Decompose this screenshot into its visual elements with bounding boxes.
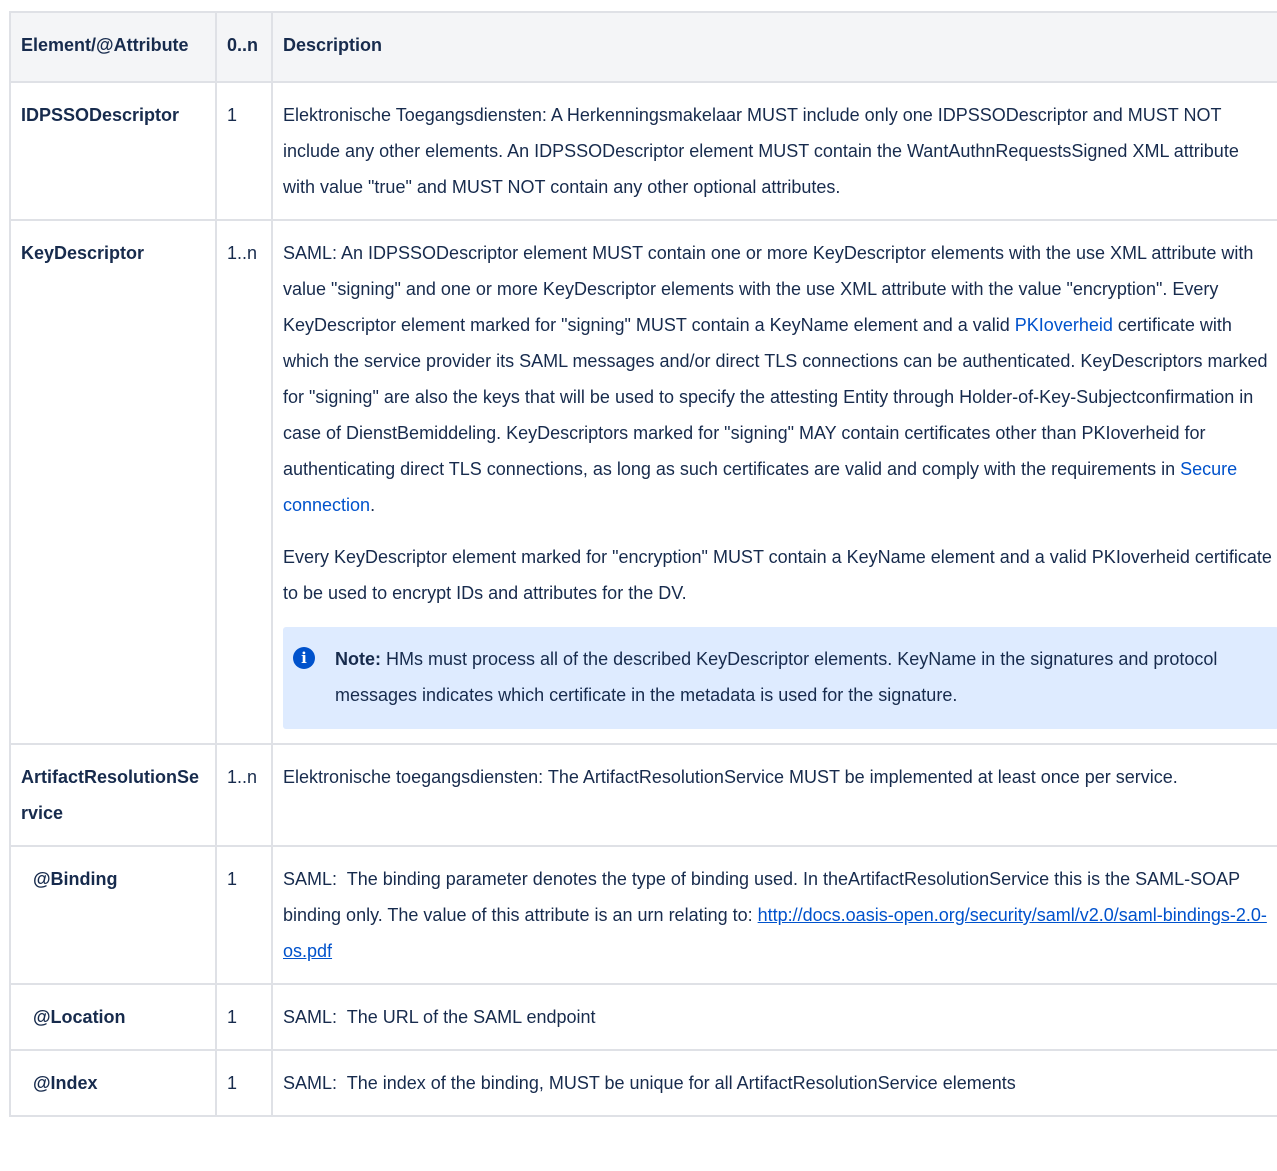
attribute-name: @Binding [9,845,217,985]
element-name: ArtifactResolutionService [9,743,217,847]
table-row: @Binding 1 SAML: The binding parameter d… [9,845,1277,985]
attribute-name: @Index [9,1049,217,1117]
description-text: . [370,495,376,515]
note-text: HMs must process all of the described Ke… [335,649,1218,705]
note-panel: i Note: HMs must process all of the desc… [283,627,1277,729]
element-name: KeyDescriptor [9,219,217,745]
description-text: certificate with which the service provi… [283,315,1268,479]
description-paragraph: Every KeyDescriptor element marked for "… [283,547,1272,603]
header-cardinality: 0..n [215,11,273,83]
header-element: Element/@Attribute [9,11,217,83]
description: SAML: An IDPSSODescriptor element MUST c… [271,219,1277,745]
table-row: KeyDescriptor 1..n SAML: An IDPSSODescri… [9,219,1277,745]
cardinality: 1..n [215,743,273,847]
table-row: IDPSSODescriptor 1 Elektronische Toegang… [9,81,1277,221]
cardinality: 1 [215,1049,273,1117]
cardinality: 1 [215,983,273,1051]
pkioverheid-link[interactable]: PKIoverheid [1015,315,1113,335]
description: Elektronische Toegangsdiensten: A Herken… [271,81,1277,221]
element-name: IDPSSODescriptor [9,81,217,221]
header-description: Description [271,11,1277,83]
note-label: Note: [335,649,381,669]
cardinality: 1 [215,81,273,221]
description: SAML: The URL of the SAML endpoint [271,983,1277,1051]
metadata-elements-table-container: Element/@Attribute 0..n Description IDPS… [9,11,1277,1117]
table-row: ArtifactResolutionService 1..n Elektroni… [9,743,1277,847]
description: Elektronische toegangsdiensten: The Arti… [271,743,1277,847]
cardinality: 1 [215,845,273,985]
table-header-row: Element/@Attribute 0..n Description [9,11,1277,83]
description: SAML: The binding parameter denotes the … [271,845,1277,985]
description: SAML: The index of the binding, MUST be … [271,1049,1277,1117]
table-row: @Index 1 SAML: The index of the binding,… [9,1049,1277,1117]
info-icon: i [293,647,315,669]
cardinality: 1..n [215,219,273,745]
metadata-elements-table: Element/@Attribute 0..n Description IDPS… [9,11,1277,1117]
table-row: @Location 1 SAML: The URL of the SAML en… [9,983,1277,1051]
description-paragraph: SAML: An IDPSSODescriptor element MUST c… [283,235,1273,523]
attribute-name: @Location [9,983,217,1051]
